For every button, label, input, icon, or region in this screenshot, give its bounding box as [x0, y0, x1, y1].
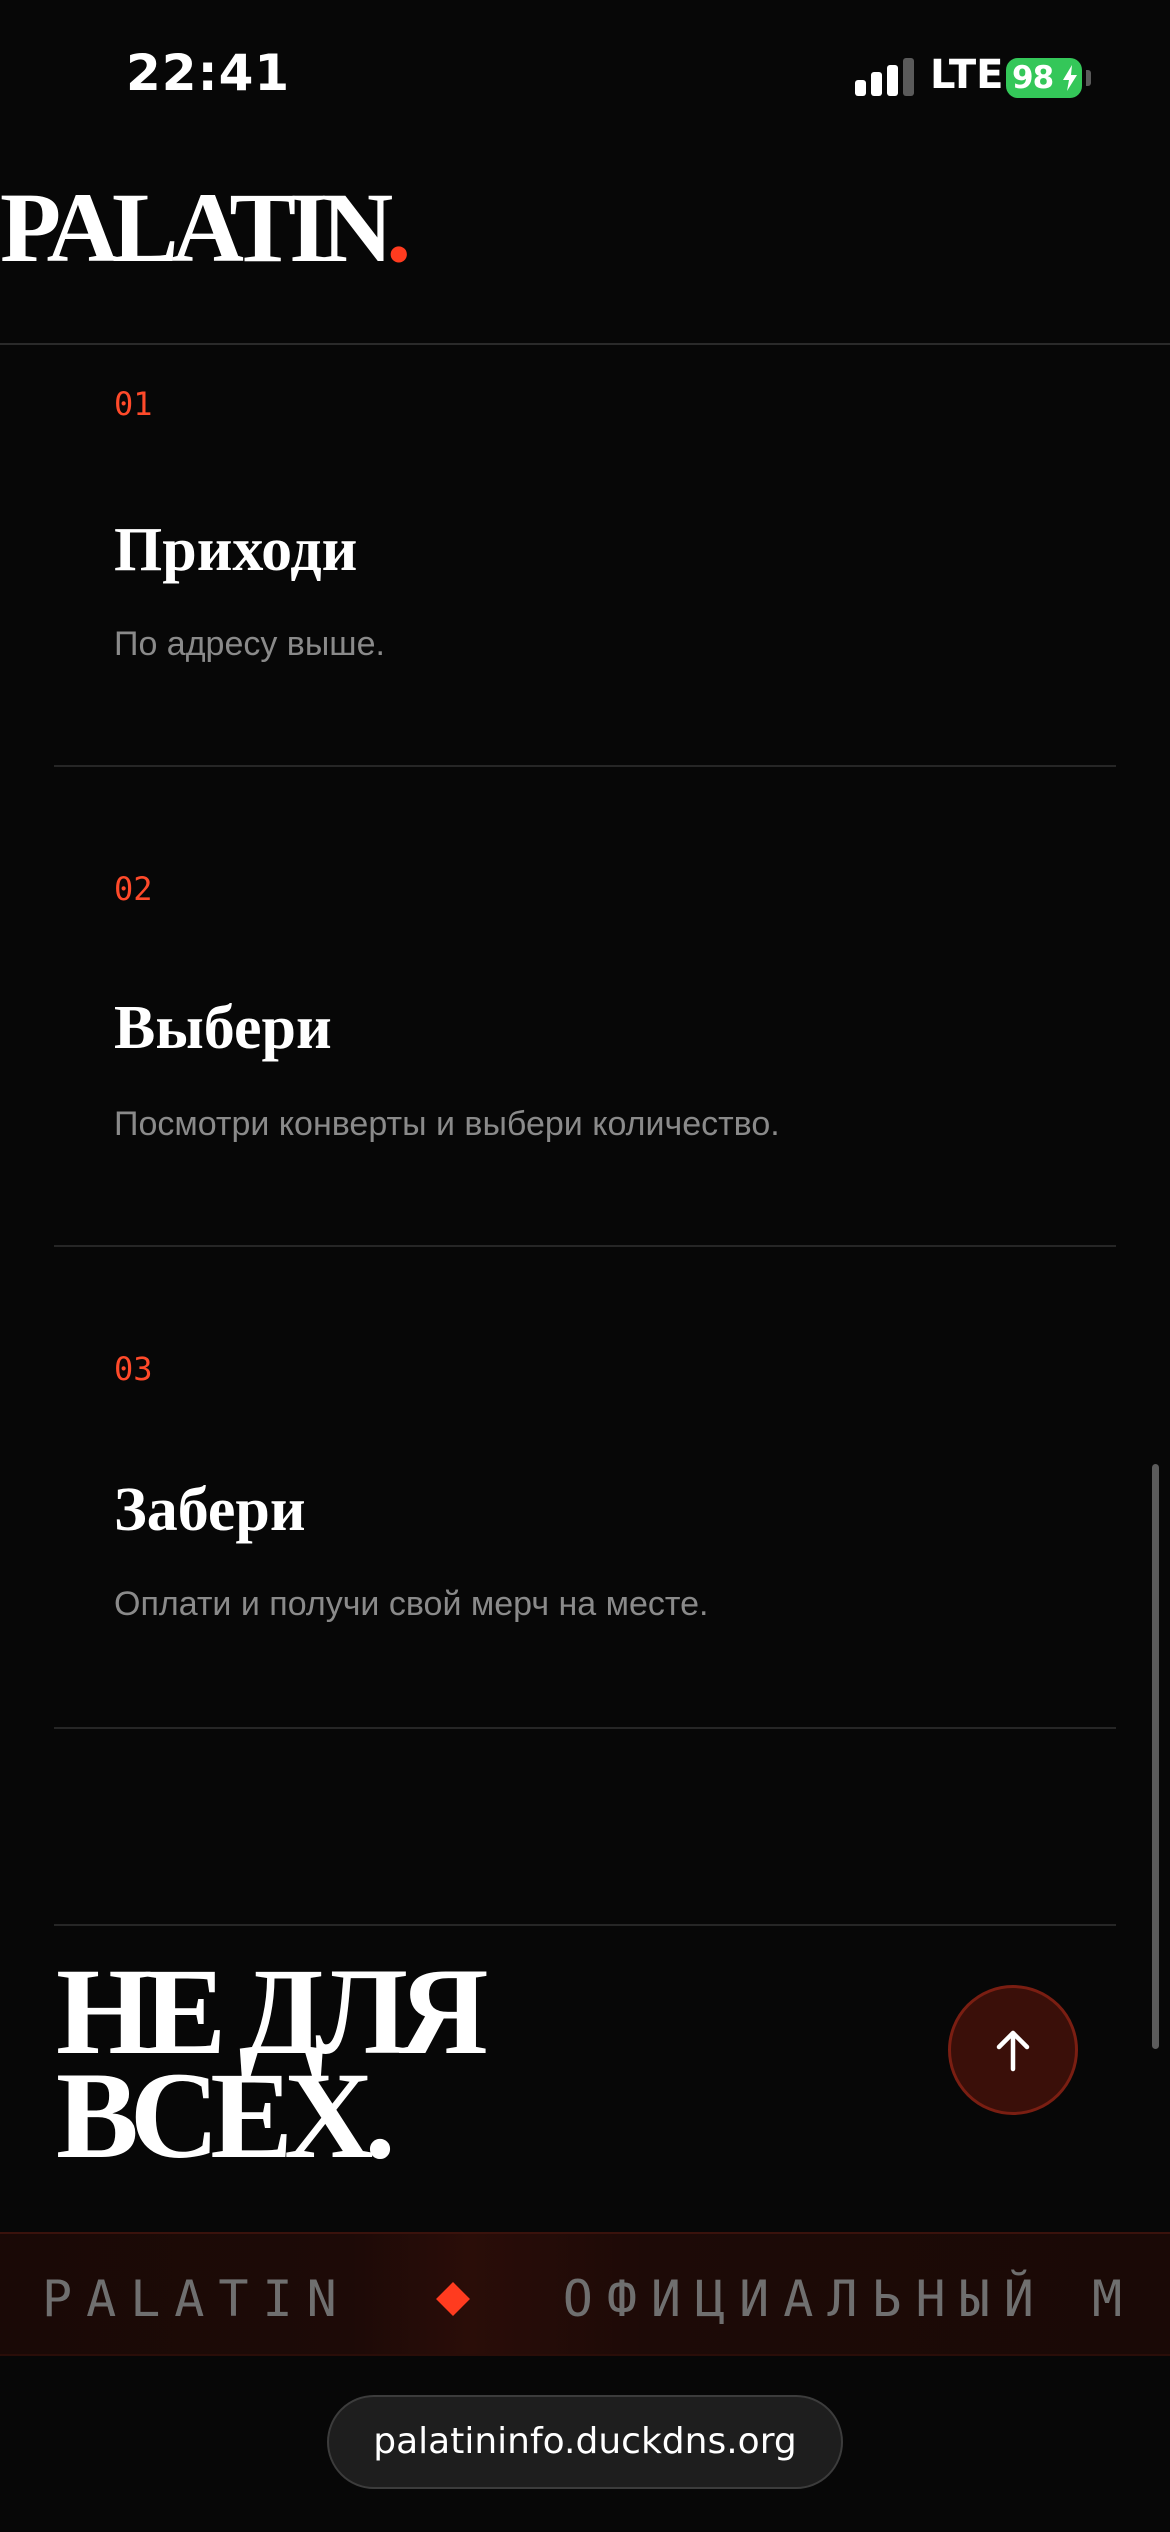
site-logo[interactable]: PALATIN.: [0, 178, 411, 278]
step-title: Выбери: [114, 994, 332, 1062]
step-description: Оплати и получи свой мерч на месте.: [114, 1585, 709, 1623]
marquee-item: ОФИЦИАЛЬНЫЙ М: [562, 2270, 1137, 2328]
footer-divider: [54, 1924, 1116, 1926]
battery-level: 98: [1012, 60, 1054, 96]
step-number: 01: [114, 385, 153, 423]
network-type: LTE: [930, 52, 1004, 98]
marquee-banner: PALATIN ОФИЦИАЛЬНЫЙ М: [0, 2232, 1170, 2356]
step-description: По адресу выше.: [114, 625, 385, 663]
footer-slogan: НЕ ДЛЯ ВСЕХ.: [56, 1950, 488, 2178]
battery-icon: 98: [1006, 58, 1082, 98]
browser-url-bar[interactable]: palatininfo.duckdns.org: [327, 2395, 843, 2489]
arrow-up-icon: [996, 2030, 1030, 2072]
scrollbar-thumb[interactable]: [1152, 1464, 1159, 2049]
battery-cap: [1086, 70, 1091, 86]
cellular-signal-icon: [855, 58, 917, 96]
logo-dot: .: [386, 172, 411, 283]
charging-bolt-icon: [1063, 65, 1077, 91]
diamond-icon: [435, 2281, 470, 2316]
site-header: PALATIN.: [0, 150, 1170, 345]
status-time: 22:41: [126, 44, 291, 102]
step-number: 03: [114, 1350, 153, 1388]
marquee-track: PALATIN ОФИЦИАЛЬНЫЙ М: [42, 2270, 1136, 2328]
logo-text: PALATIN: [0, 172, 393, 283]
status-bar: 22:41 LTE 98: [0, 0, 1170, 150]
step-title: Приходи: [114, 516, 358, 584]
step-item: 01 Приходи По адресу выше.: [54, 345, 1116, 767]
step-item: 02 Выбери Посмотри конверты и выбери кол…: [54, 767, 1116, 1247]
step-number: 02: [114, 870, 153, 908]
step-description: Посмотри конверты и выбери количество.: [114, 1105, 780, 1143]
scroll-to-top-button[interactable]: [948, 1985, 1078, 2115]
marquee-item: PALATIN: [42, 2270, 351, 2328]
step-title: Забери: [114, 1476, 306, 1544]
step-item: 03 Забери Оплати и получи свой мерч на м…: [54, 1247, 1116, 1729]
